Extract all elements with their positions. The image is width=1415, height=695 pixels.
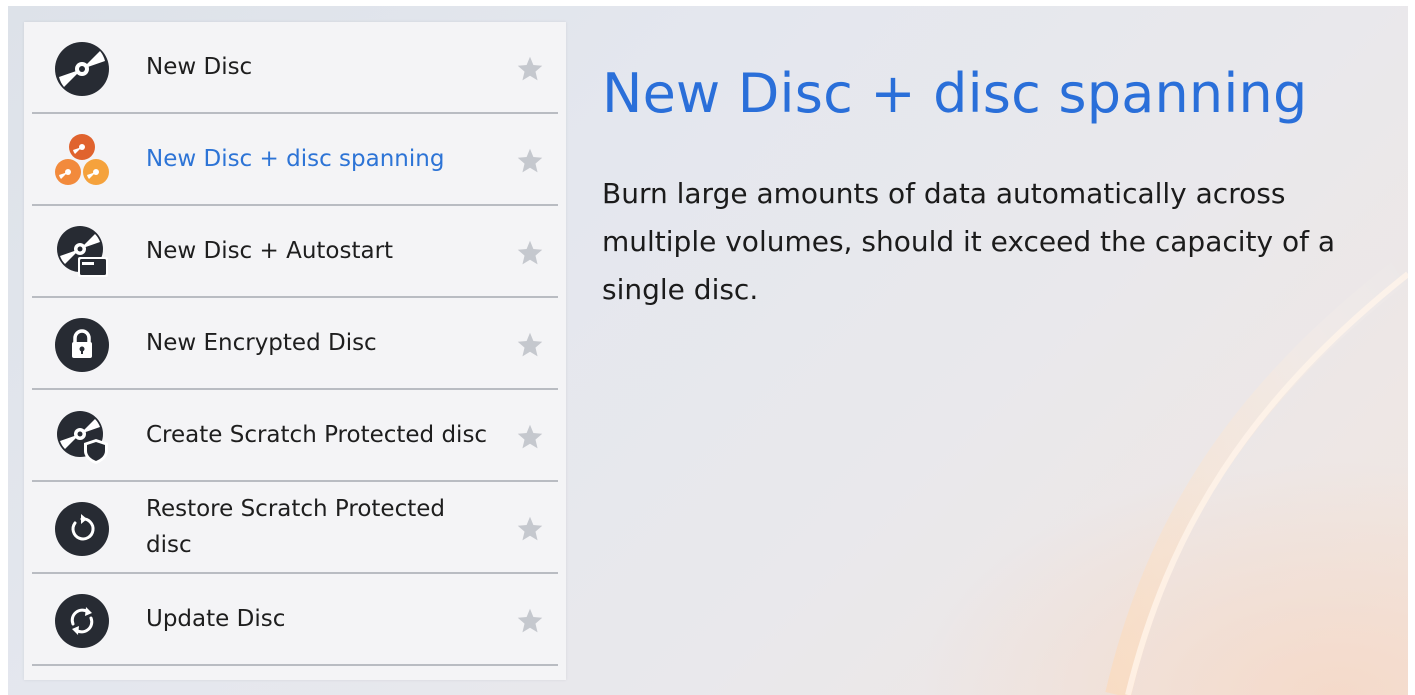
menu-item-label: Restore Scratch Protected disc (146, 496, 445, 558)
menu-item-label: New Encrypted Disc (146, 330, 377, 356)
star-icon[interactable] (516, 239, 544, 267)
star-icon[interactable] (516, 331, 544, 359)
star-icon[interactable] (516, 147, 544, 175)
menu-item-label: Create Scratch Protected disc (146, 422, 488, 448)
multi-disc-icon (55, 134, 109, 185)
star-icon[interactable] (516, 607, 544, 635)
star-icon[interactable] (516, 55, 544, 83)
menu-item-create-scratch-protected[interactable]: Create Scratch Protected disc (32, 390, 558, 482)
menu-item-restore-scratch-protected[interactable]: Restore Scratch Protected disc (32, 482, 558, 574)
detail-title: New Disc + disc spanning (602, 62, 1308, 125)
refresh-icon (55, 594, 109, 648)
menu-item-label: New Disc (146, 54, 253, 80)
disc-shield-icon (57, 411, 108, 464)
menu-item-autostart[interactable]: New Disc + Autostart (32, 206, 558, 298)
menu-item-label: New Disc + Autostart (146, 238, 394, 264)
menu-item-label: Update Disc (146, 606, 286, 632)
lock-icon (55, 318, 109, 372)
detail-description: Burn large amounts of data automatically… (602, 177, 1336, 306)
menu-item-label: New Disc + disc spanning (146, 146, 445, 172)
disc-autostart-icon (57, 226, 108, 277)
menu-item-update-disc[interactable]: Update Disc (32, 574, 558, 666)
restore-icon (55, 502, 109, 556)
menu-item-encrypted-disc[interactable]: New Encrypted Disc (32, 298, 558, 390)
menu-item-disc-spanning[interactable]: New Disc + disc spanning (32, 114, 558, 206)
star-icon[interactable] (516, 515, 544, 543)
star-icon[interactable] (516, 423, 544, 451)
menu-item-new-disc[interactable]: New Disc (32, 22, 558, 114)
task-list-panel: New Disc New Disc + disc spanning New Di… (24, 22, 566, 680)
disc-icon (55, 42, 109, 96)
